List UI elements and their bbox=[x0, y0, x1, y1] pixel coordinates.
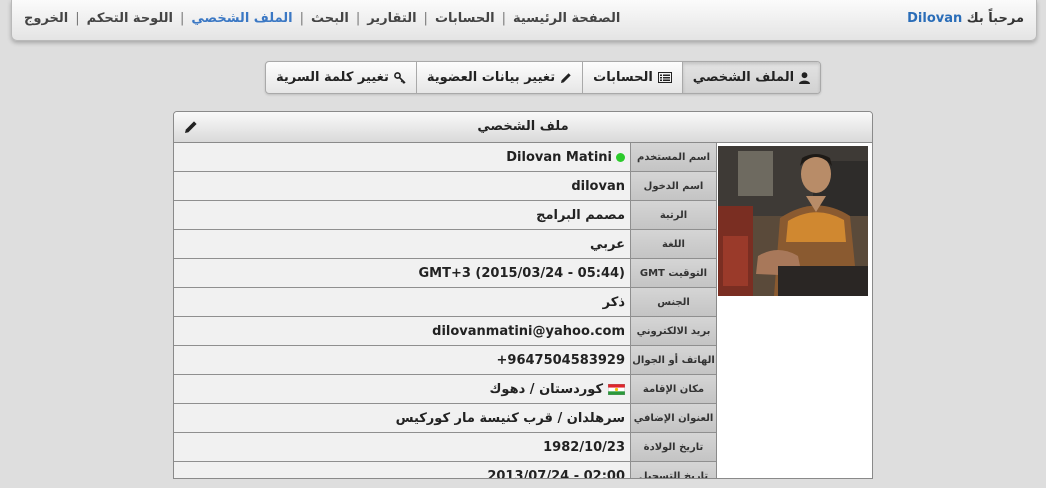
tab-profile[interactable]: الملف الشخصي bbox=[681, 62, 821, 93]
nav-separator: | bbox=[179, 11, 185, 26]
nav-separator: | bbox=[299, 11, 305, 26]
row-value: كوردستان / دهوك bbox=[174, 375, 630, 403]
nav-separator: | bbox=[501, 11, 506, 26]
row-login-name: اسم الدخول dilovan bbox=[174, 172, 716, 201]
row-label: التوقيت GMT bbox=[630, 259, 716, 287]
timezone-value: GMT+3 (2015/03/24 - 05:44) bbox=[418, 265, 625, 281]
row-language: اللغة عربي bbox=[174, 230, 716, 259]
row-value: مصمم البرامج bbox=[174, 201, 630, 229]
row-value: GMT+3 (2015/03/24 - 05:44) bbox=[174, 259, 630, 287]
tab-label: الحسابات bbox=[593, 70, 653, 85]
row-rank: الرتبة مصمم البرامج bbox=[174, 201, 716, 230]
nav-profile[interactable]: الملف الشخصي bbox=[191, 11, 292, 26]
row-label: تاريخ الولادة bbox=[630, 433, 716, 461]
panel-title: ملف الشخصي bbox=[477, 119, 569, 134]
panel-header: ملف الشخصي bbox=[174, 112, 872, 143]
online-status-icon bbox=[616, 152, 625, 162]
row-residence: مكان الإقامة كوردستان / دهوك bbox=[174, 375, 716, 404]
row-value: 1982/10/23 bbox=[174, 433, 630, 461]
row-label: الرتبة bbox=[630, 201, 716, 229]
row-value: dilovan bbox=[174, 172, 630, 200]
row-value: Dilovan Matini bbox=[174, 143, 630, 171]
row-birthdate: تاريخ الولادة 1982/10/23 bbox=[174, 433, 716, 462]
row-phone: الهاتف أو الجوال +9647504583929 bbox=[174, 346, 716, 375]
birthdate-value: 1982/10/23 bbox=[543, 439, 625, 455]
nav-search[interactable]: البحث bbox=[311, 11, 349, 26]
edit-pencil-icon[interactable] bbox=[184, 120, 198, 134]
row-gender: الجنس ذكر bbox=[174, 288, 716, 317]
username-link[interactable]: Dilovan bbox=[907, 11, 962, 26]
row-label: اسم الدخول bbox=[630, 172, 716, 200]
profile-panel: ملف الشخصي اسم المستخدم Dilovan Matini ا… bbox=[173, 111, 873, 479]
row-address: العنوان الإضافي سرهلدان / قرب كنيسة مار … bbox=[174, 404, 716, 433]
registration-date-value: 2013/07/24 - 02:00 bbox=[487, 468, 625, 479]
row-label: الجنس bbox=[630, 288, 716, 316]
profile-photo bbox=[718, 146, 868, 296]
tab-edit-membership[interactable]: تغيير بيانات العضوية bbox=[415, 62, 582, 93]
kurdistan-flag-icon bbox=[608, 383, 625, 395]
nav-reports[interactable]: التقارير bbox=[367, 11, 416, 26]
photo-column bbox=[716, 143, 872, 478]
row-label: تاريخ التسجيل bbox=[630, 462, 716, 478]
row-label: اسم المستخدم bbox=[630, 143, 716, 171]
tab-change-password[interactable]: تغيير كلمة السرية bbox=[266, 62, 416, 93]
tab-label: الملف الشخصي bbox=[692, 70, 795, 85]
nav-home[interactable]: الصفحة الرئيسية bbox=[513, 11, 620, 26]
nav-logout[interactable]: الخروج bbox=[24, 11, 68, 26]
login-name-value: dilovan bbox=[571, 178, 625, 194]
row-label: اللغة bbox=[630, 230, 716, 258]
nav-accounts[interactable]: الحسابات bbox=[435, 11, 495, 26]
welcome-prefix: مرحباً بك bbox=[966, 11, 1024, 26]
row-value: +9647504583929 bbox=[174, 346, 630, 374]
tab-accounts[interactable]: الحسابات bbox=[582, 62, 682, 93]
tab-label: تغيير كلمة السرية bbox=[276, 70, 389, 85]
list-icon bbox=[657, 72, 672, 83]
residence-value: كوردستان / دهوك bbox=[489, 381, 603, 397]
top-nav-bar: مرحباً بك Dilovan الصفحة الرئيسية | الحساب… bbox=[11, 0, 1037, 41]
row-value: 2013/07/24 - 02:00 bbox=[174, 462, 630, 479]
pencil-icon bbox=[561, 72, 571, 83]
panel-body: اسم المستخدم Dilovan Matini اسم الدخول d… bbox=[174, 143, 872, 478]
profile-details-table: اسم المستخدم Dilovan Matini اسم الدخول d… bbox=[174, 143, 716, 479]
row-value: عربي bbox=[174, 230, 630, 258]
email-value: dilovanmatini@yahoo.com bbox=[432, 323, 625, 339]
tab-label: تغيير بيانات العضوية bbox=[426, 70, 556, 85]
nav-separator: | bbox=[355, 11, 361, 26]
row-label: مكان الإقامة bbox=[630, 375, 716, 403]
row-label: بريد الالكتروني bbox=[630, 317, 716, 345]
username-value: Dilovan Matini bbox=[506, 149, 612, 165]
row-label: الهاتف أو الجوال bbox=[630, 346, 716, 374]
row-email: بريد الالكتروني dilovanmatini@yahoo.com bbox=[174, 317, 716, 346]
nav-separator: | bbox=[75, 11, 80, 26]
user-icon bbox=[799, 71, 811, 84]
row-value: سرهلدان / قرب كنيسة مار كوركيس bbox=[174, 404, 630, 432]
row-timezone: التوقيت GMT GMT+3 (2015/03/24 - 05:44) bbox=[174, 259, 716, 288]
key-icon bbox=[393, 71, 406, 84]
profile-tabs: الملف الشخصي الحسابات تغيير بيانات العضو… bbox=[265, 61, 822, 94]
phone-value: +9647504583929 bbox=[496, 352, 625, 368]
row-value: dilovanmatini@yahoo.com bbox=[174, 317, 630, 345]
nav-control-panel[interactable]: اللوحة التحكم bbox=[87, 11, 173, 26]
row-username: اسم المستخدم Dilovan Matini bbox=[174, 143, 716, 172]
row-registration-date: تاريخ التسجيل 2013/07/24 - 02:00 bbox=[174, 462, 716, 479]
row-value: ذكر bbox=[174, 288, 630, 316]
row-label: العنوان الإضافي bbox=[630, 404, 716, 432]
welcome-message: مرحباً بك Dilovan bbox=[907, 11, 1024, 26]
main-nav: الصفحة الرئيسية | الحسابات | التقارير | البحث |… bbox=[24, 11, 620, 26]
nav-separator: | bbox=[423, 11, 428, 26]
